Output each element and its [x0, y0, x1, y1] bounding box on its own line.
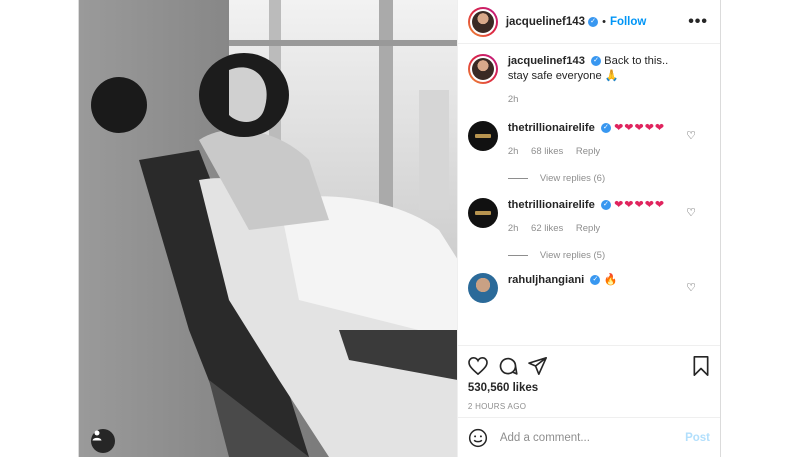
comment-likes[interactable]: 68 likes: [531, 146, 563, 157]
caption: jacquelinef143 ✓ Back to this.. stay saf…: [467, 54, 710, 107]
reply-button[interactable]: Reply: [576, 146, 600, 157]
view-replies-button[interactable]: View replies (5): [507, 250, 710, 261]
comment-text: 🔥: [603, 274, 618, 286]
post-photo[interactable]: [79, 0, 457, 457]
verified-badge-icon: ✓: [588, 16, 599, 27]
comments-list[interactable]: jacquelinef143 ✓ Back to this.. stay saf…: [458, 44, 720, 345]
share-icon[interactable]: [527, 357, 548, 375]
commenter-avatar[interactable]: [467, 273, 498, 303]
comment-text: ❤❤❤❤❤: [614, 122, 666, 134]
commenter-username[interactable]: thetrillionairelife: [508, 122, 595, 134]
caption-time: 2h: [507, 94, 519, 105]
post-header: jacquelinef143 ✓ • Follow •••: [457, 0, 720, 44]
view-replies-label: View replies (5): [539, 250, 606, 261]
comment-time: 2h: [507, 223, 519, 234]
separator-dot: •: [602, 15, 606, 28]
commenter-avatar[interactable]: [467, 121, 498, 151]
comment-likes[interactable]: 62 likes: [531, 223, 563, 234]
comment-time: 2h: [507, 146, 519, 157]
caption-username[interactable]: jacquelinef143: [508, 55, 585, 67]
tagged-user-icon[interactable]: [91, 429, 115, 453]
like-heart-icon[interactable]: [467, 357, 488, 375]
post-timestamp: 2 HOURS AGO: [467, 402, 527, 411]
instagram-post: jacquelinef143 ✓ • Follow ••• jacqueline…: [78, 0, 721, 457]
page: jacquelinef143 ✓ • Follow ••• jacqueline…: [0, 0, 800, 457]
comment-item: rahuljhangiani ✓ 🔥 ♡: [467, 273, 710, 303]
comment-icon[interactable]: [498, 356, 518, 376]
like-comment-icon[interactable]: ♡: [686, 206, 696, 219]
view-replies-button[interactable]: View replies (6): [507, 173, 710, 184]
commenter-username[interactable]: thetrillionairelife: [508, 199, 595, 211]
action-bar: 530,560 likes 2 HOURS AGO: [457, 345, 720, 417]
view-replies-label: View replies (6): [539, 173, 606, 184]
comment-item: thetrillionairelife ✓ ❤❤❤❤❤ 2h 68 likes …: [467, 121, 710, 159]
emoji-icon[interactable]: [468, 428, 488, 448]
add-comment-bar: Post: [457, 417, 720, 457]
more-options-icon[interactable]: •••: [688, 13, 708, 31]
author-username[interactable]: jacquelinef143: [506, 16, 585, 28]
author-avatar[interactable]: [467, 6, 498, 37]
comment-input[interactable]: [499, 431, 686, 444]
commenter-username[interactable]: rahuljhangiani: [508, 274, 584, 286]
post-sidebar: jacquelinef143 ✓ • Follow ••• jacqueline…: [456, 0, 720, 457]
verified-badge-icon: ✓: [600, 123, 611, 134]
like-comment-icon[interactable]: ♡: [686, 129, 696, 142]
verified-badge-icon: ✓: [590, 275, 601, 286]
like-comment-icon[interactable]: ♡: [686, 281, 696, 294]
verified-badge-icon: ✓: [600, 200, 611, 211]
save-bookmark-icon[interactable]: [692, 356, 710, 376]
caption-avatar[interactable]: [467, 54, 498, 84]
follow-button[interactable]: Follow: [610, 16, 646, 28]
comment-item: thetrillionairelife ✓ ❤❤❤❤❤ 2h 62 likes …: [467, 198, 710, 236]
verified-badge-icon: ✓: [591, 56, 602, 67]
reply-button[interactable]: Reply: [576, 223, 600, 234]
post-comment-button[interactable]: Post: [685, 432, 710, 444]
like-count[interactable]: 530,560 likes: [468, 382, 710, 394]
comment-text: ❤❤❤❤❤: [614, 199, 666, 211]
photo-illustration: [79, 0, 457, 457]
commenter-avatar[interactable]: [467, 198, 498, 228]
